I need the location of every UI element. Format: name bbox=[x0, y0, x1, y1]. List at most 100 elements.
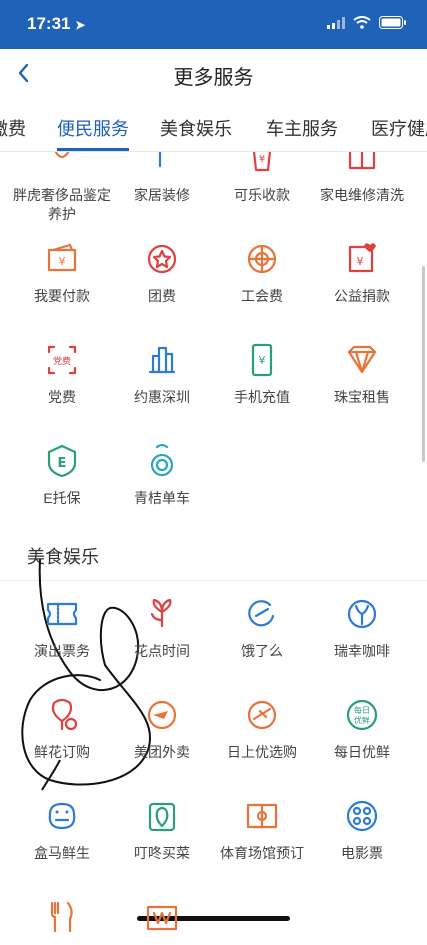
service-label: 演出票务 bbox=[34, 643, 90, 659]
service-label: 每日优鲜 bbox=[334, 744, 390, 760]
service-label: 美团外卖 bbox=[134, 744, 190, 760]
scrollbar[interactable] bbox=[422, 266, 425, 462]
mall-icon bbox=[144, 899, 180, 935]
service-item[interactable]: 盒马鲜生 bbox=[9, 798, 115, 863]
service-item[interactable]: 青桔单车 bbox=[109, 443, 215, 508]
vegetable-icon bbox=[144, 798, 180, 834]
service-label: 胖虎奢侈品鉴定养护 bbox=[13, 187, 111, 222]
service-label: 工会费 bbox=[241, 288, 283, 304]
service-item[interactable]: 演出票务 bbox=[9, 596, 115, 661]
service-label: 家电维修清洗 bbox=[320, 187, 404, 203]
tab-medical[interactable]: 医疗健康 bbox=[371, 115, 427, 141]
service-item[interactable]: 花点时间 bbox=[109, 596, 215, 661]
service-label: 我要付款 bbox=[34, 288, 90, 304]
location-arrow-icon: ➤ bbox=[75, 18, 86, 32]
shield-e-icon: E bbox=[44, 443, 80, 479]
service-label: 党费 bbox=[48, 389, 76, 405]
svg-text:E: E bbox=[58, 456, 67, 471]
film-reel-icon bbox=[344, 798, 380, 834]
service-label: 手机充值 bbox=[234, 389, 290, 405]
fresh-badge-icon: 每日 优鲜 bbox=[344, 697, 380, 733]
signal-icon bbox=[327, 16, 345, 29]
service-item[interactable]: 珠宝租售 bbox=[309, 342, 415, 407]
service-item[interactable]: 约惠深圳 bbox=[109, 342, 215, 407]
service-label: 花点时间 bbox=[134, 643, 190, 659]
section-divider bbox=[0, 580, 427, 581]
battery-icon bbox=[379, 16, 406, 29]
deer-icon bbox=[344, 596, 380, 632]
tab-car-owner[interactable]: 车主服务 bbox=[266, 115, 338, 141]
flower-order-icon bbox=[44, 697, 80, 733]
wallet-yen-icon: ¥ bbox=[44, 241, 80, 277]
status-bar: 17:31 ➤ bbox=[0, 0, 427, 49]
hippo-icon bbox=[44, 798, 80, 834]
svg-text:¥: ¥ bbox=[259, 354, 266, 367]
svg-text:党费: 党费 bbox=[53, 355, 71, 367]
service-label: 体育场馆预订 bbox=[220, 845, 304, 861]
active-tab-indicator bbox=[57, 148, 129, 151]
tab-food-entertainment[interactable]: 美食娱乐 bbox=[160, 115, 232, 141]
service-label: 瑞幸咖啡 bbox=[334, 643, 390, 659]
donation-icon: ¥ bbox=[344, 241, 380, 277]
court-icon bbox=[244, 798, 280, 834]
service-label: 鲜花订购 bbox=[34, 744, 90, 760]
service-label: 盒马鲜生 bbox=[34, 845, 90, 861]
eleme-icon bbox=[244, 596, 280, 632]
service-item[interactable]: 党费 党费 bbox=[9, 342, 115, 407]
service-label: 团费 bbox=[148, 288, 176, 304]
service-label: 珠宝租售 bbox=[334, 389, 390, 405]
service-label: 家居装修 bbox=[134, 187, 190, 203]
service-item[interactable]: 电影票 bbox=[309, 798, 415, 863]
service-item[interactable]: ¥ 手机充值 bbox=[209, 342, 315, 407]
service-item[interactable]: 饿了么 bbox=[209, 596, 315, 661]
service-label: 电影票 bbox=[341, 845, 383, 861]
service-item[interactable]: 瑞幸咖啡 bbox=[309, 596, 415, 661]
service-label: 饿了么 bbox=[241, 643, 283, 659]
service-item[interactable]: 美团外卖 bbox=[109, 697, 215, 762]
jewel-icon bbox=[344, 342, 380, 378]
delivery-icon bbox=[144, 697, 180, 733]
service-label: 可乐收款 bbox=[234, 187, 290, 203]
svg-text:¥: ¥ bbox=[357, 255, 364, 268]
service-item[interactable]: 团费 bbox=[109, 241, 215, 306]
plane-icon bbox=[244, 697, 280, 733]
section-title-food: 美食娱乐 bbox=[27, 547, 99, 567]
tab-payment[interactable]: 缴费 bbox=[0, 115, 26, 141]
service-item[interactable]: 体育场馆预订 bbox=[209, 798, 315, 863]
buildings-icon bbox=[144, 342, 180, 378]
svg-text:¥: ¥ bbox=[259, 154, 265, 165]
party-fee-icon: 党费 bbox=[44, 342, 80, 378]
service-item[interactable]: 鲜花订购 bbox=[9, 697, 115, 762]
page-title: 更多服务 bbox=[173, 67, 254, 89]
svg-text:优鲜: 优鲜 bbox=[354, 715, 370, 725]
phone-recharge-icon: ¥ bbox=[244, 342, 280, 378]
service-item[interactable]: ¥ 公益捐款 bbox=[309, 241, 415, 306]
service-label: 叮咚买菜 bbox=[134, 845, 190, 861]
service-label: E托保 bbox=[43, 490, 81, 506]
ticket-icon bbox=[44, 596, 80, 632]
service-item[interactable]: ¥ 我要付款 bbox=[9, 241, 115, 306]
bike-lock-icon bbox=[144, 443, 180, 479]
nav-bar: 更多服务 bbox=[0, 49, 427, 101]
service-label: 公益捐款 bbox=[334, 288, 390, 304]
service-item[interactable]: 工会费 bbox=[209, 241, 315, 306]
wifi-icon bbox=[353, 16, 371, 29]
flower-icon bbox=[144, 596, 180, 632]
service-item[interactable]: 叮咚买菜 bbox=[109, 798, 215, 863]
service-item[interactable] bbox=[109, 899, 215, 945]
service-item[interactable]: E E托保 bbox=[9, 443, 115, 508]
service-label: 日上优选购 bbox=[227, 744, 297, 760]
service-item[interactable] bbox=[9, 899, 115, 945]
union-icon bbox=[244, 241, 280, 277]
service-label: 约惠深圳 bbox=[134, 389, 190, 405]
status-time: 17:31 ➤ bbox=[27, 14, 86, 33]
service-item[interactable]: 胖虎奢侈品鉴定养护 bbox=[9, 140, 115, 224]
star-badge-icon bbox=[144, 241, 180, 277]
category-tabs: 缴费 便民服务 美食娱乐 车主服务 医疗健康 bbox=[0, 101, 427, 152]
status-icons bbox=[327, 16, 407, 29]
service-item[interactable]: 日上优选购 bbox=[209, 697, 315, 762]
service-label: 青桔单车 bbox=[134, 490, 190, 506]
svg-text:¥: ¥ bbox=[59, 255, 66, 268]
service-item[interactable]: 每日 优鲜 每日优鲜 bbox=[309, 697, 415, 762]
tab-convenience[interactable]: 便民服务 bbox=[57, 115, 129, 141]
